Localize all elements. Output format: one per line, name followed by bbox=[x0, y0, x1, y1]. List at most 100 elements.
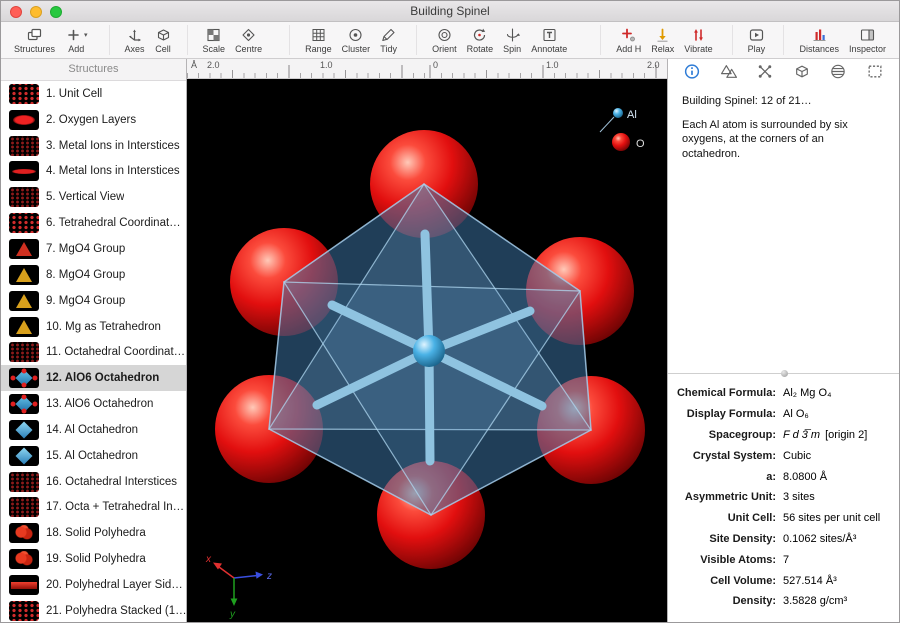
toolbar-structures-button[interactable]: Structures bbox=[9, 25, 60, 55]
toolbar-item-icon bbox=[240, 26, 257, 43]
atoms-tab[interactable] bbox=[825, 61, 851, 81]
structure-item[interactable]: 16. Octahedral Interstices bbox=[1, 469, 186, 495]
relax-icon bbox=[654, 27, 671, 43]
toolbar-group: Play bbox=[732, 25, 771, 55]
property-label: Site Density: bbox=[668, 533, 776, 545]
toolbar-rotate-button[interactable]: Rotate bbox=[462, 25, 499, 55]
cell-tab[interactable] bbox=[789, 61, 815, 81]
play-icon bbox=[748, 27, 765, 43]
structure-item-label: 18. Solid Polyhedra bbox=[46, 527, 146, 539]
ruler: Å 2.01.001.02.0 bbox=[187, 59, 667, 79]
toolbar-item-label: Spin bbox=[503, 44, 521, 54]
toolbar-inspector-button[interactable]: Inspector bbox=[844, 25, 891, 55]
toolbar-add-button[interactable]: ▾Add bbox=[60, 25, 93, 55]
toolbar-item-icon bbox=[690, 26, 707, 43]
polyhedra-tab[interactable] bbox=[716, 61, 742, 81]
toolbar-relax-button[interactable]: Relax bbox=[646, 25, 679, 55]
toolbar-item-icon bbox=[205, 26, 222, 43]
toolbar-centre-button[interactable]: Centre bbox=[230, 25, 267, 55]
spheres-icon bbox=[829, 63, 847, 80]
structure-item[interactable]: 12. AlO6 Octahedron bbox=[1, 365, 186, 391]
structure-item[interactable]: 9. MgO4 Group bbox=[1, 288, 186, 314]
structure-item[interactable]: 15. Al Octahedron bbox=[1, 443, 186, 469]
toolbar-vibrate-button[interactable]: Vibrate bbox=[679, 25, 717, 55]
structure-item[interactable]: 18. Solid Polyhedra bbox=[1, 520, 186, 546]
panel-splitter[interactable] bbox=[668, 373, 899, 374]
toolbar-item-icon bbox=[26, 26, 43, 43]
toolbar-cluster-button[interactable]: Cluster bbox=[337, 25, 376, 55]
property-label: Visible Atoms: bbox=[668, 554, 776, 566]
toolbar-item-label: Distances bbox=[799, 44, 839, 54]
property-value: F d 3̅ m bbox=[783, 429, 820, 441]
structure-item[interactable]: 21. Polyhedra Stacked (1… bbox=[1, 598, 186, 622]
toolbar-tidy-button[interactable]: Tidy bbox=[375, 25, 402, 55]
tidy-icon bbox=[380, 27, 397, 43]
zoom-window-button[interactable] bbox=[50, 6, 62, 18]
axis-z-label: z bbox=[266, 571, 272, 582]
structure-viewport[interactable]: Al O x z y bbox=[187, 79, 667, 622]
selection-tab[interactable] bbox=[862, 61, 888, 81]
toolbar-axes-button[interactable]: Axes bbox=[120, 25, 150, 55]
property-row: Site Density:0.1062 sites/Å³ bbox=[668, 529, 895, 550]
toolbar-group: Range ClusterTidy bbox=[289, 25, 402, 55]
chevron-down-icon: ▾ bbox=[84, 31, 88, 39]
aluminium-atom[interactable] bbox=[413, 335, 445, 367]
toolbar-item-label: Rotate bbox=[467, 44, 494, 54]
structure-item[interactable]: 3. Metal Ions in Interstices bbox=[1, 133, 186, 159]
ruler-major-ticks bbox=[187, 65, 667, 78]
structure-item[interactable]: 8. MgO4 Group bbox=[1, 262, 186, 288]
toolbar-annotate-button[interactable]: Annotate bbox=[526, 25, 572, 55]
property-row: Chemical Formula: Al₂ Mg O₄ bbox=[668, 383, 895, 404]
structure-item[interactable]: 4. Metal Ions in Interstices bbox=[1, 159, 186, 185]
structure-item[interactable]: 11. Octahedral Coordinat… bbox=[1, 339, 186, 365]
structure-thumbnail bbox=[9, 368, 39, 388]
property-value-suffix: [origin 2] bbox=[825, 429, 867, 441]
structure-item[interactable]: 13. AlO6 Octahedron bbox=[1, 391, 186, 417]
minimize-window-button[interactable] bbox=[30, 6, 42, 18]
toolbar-group: Orient Rotate Spin Annotate bbox=[416, 25, 572, 55]
toolbar-distances-button[interactable]: Distances bbox=[794, 25, 844, 55]
title-bar: Building Spinel bbox=[1, 1, 899, 22]
structure-item[interactable]: 14. Al Octahedron bbox=[1, 417, 186, 443]
property-value: 7 bbox=[783, 554, 789, 566]
structure-item[interactable]: 5. Vertical View bbox=[1, 184, 186, 210]
orientation-axes: x z y bbox=[205, 554, 272, 620]
structure-item[interactable]: 10. Mg as Tetrahedron bbox=[1, 314, 186, 340]
toolbar-group: ScaleCentre bbox=[187, 25, 268, 55]
toolbar-play-button[interactable]: Play bbox=[743, 25, 771, 55]
toolbar-item-label: Range bbox=[305, 44, 332, 54]
structure-item[interactable]: 20. Polyhedral Layer Sid… bbox=[1, 572, 186, 598]
spin-icon bbox=[504, 27, 521, 43]
property-value: Al₂ Mg O₄ bbox=[783, 387, 832, 399]
structure-item[interactable]: 7. MgO4 Group bbox=[1, 236, 186, 262]
cellbox-icon bbox=[793, 63, 811, 80]
toolbar-spin-button[interactable]: Spin bbox=[498, 25, 526, 55]
structure-item[interactable]: 6. Tetrahedral Coordinat… bbox=[1, 210, 186, 236]
close-window-button[interactable] bbox=[10, 6, 22, 18]
property-value: 527.514 Å³ bbox=[783, 575, 837, 587]
3d-scene[interactable]: Al O x z y bbox=[187, 79, 667, 623]
toolbar-orient-button[interactable]: Orient bbox=[427, 25, 462, 55]
toolbar-range-button[interactable]: Range bbox=[300, 25, 337, 55]
toolbar-item-icon bbox=[811, 26, 828, 43]
scale-icon bbox=[205, 27, 222, 43]
toolbar-cell-button[interactable]: Cell bbox=[150, 25, 177, 55]
property-value: 3 sites bbox=[783, 491, 815, 503]
property-label: Chemical Formula: bbox=[668, 387, 776, 399]
structure-item-label: 19. Solid Polyhedra bbox=[46, 553, 146, 565]
ruler-tick-label: 2.0 bbox=[647, 60, 660, 70]
info-tab[interactable] bbox=[679, 61, 705, 81]
structure-item[interactable]: 19. Solid Polyhedra bbox=[1, 546, 186, 572]
structure-item[interactable]: 1. Unit Cell bbox=[1, 81, 186, 107]
structure-item[interactable]: 2. Oxygen Layers bbox=[1, 107, 186, 133]
structure-thumbnail bbox=[9, 420, 39, 440]
splitter-handle[interactable] bbox=[781, 370, 788, 377]
toolbar-item-icon bbox=[859, 26, 876, 43]
bonds-tab[interactable] bbox=[752, 61, 778, 81]
legend-o-sphere bbox=[612, 133, 630, 151]
toolbar-scale-button[interactable]: Scale bbox=[198, 25, 231, 55]
toolbar-add-h-button[interactable]: Add H bbox=[611, 25, 646, 55]
rotate-icon bbox=[471, 27, 488, 43]
inspector-tabs bbox=[668, 59, 899, 83]
structure-item[interactable]: 17. Octa + Tetrahedral In… bbox=[1, 495, 186, 521]
